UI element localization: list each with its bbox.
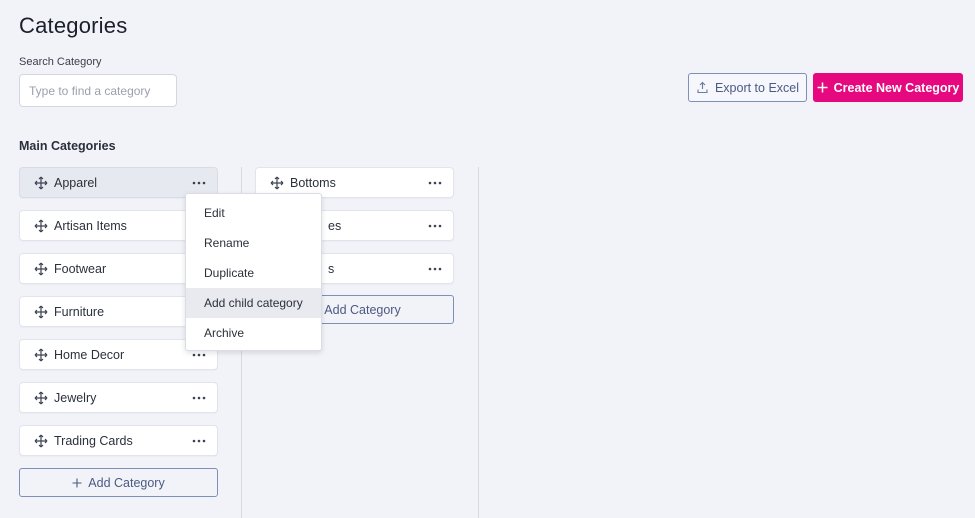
export-icon [696, 81, 709, 94]
create-new-category-button[interactable]: Create New Category [813, 73, 963, 102]
export-to-excel-button[interactable]: Export to Excel [688, 73, 807, 102]
drag-move-icon[interactable] [270, 176, 284, 190]
drag-move-icon[interactable] [34, 176, 48, 190]
plus-icon [817, 82, 828, 93]
menu-item-duplicate[interactable]: Duplicate [186, 258, 321, 288]
create-label: Create New Category [833, 80, 960, 95]
add-category-label: Add Category [88, 475, 165, 490]
more-options-icon[interactable] [191, 434, 207, 448]
search-label: Search Category [19, 56, 102, 68]
column-divider [478, 167, 479, 518]
add-category-label: Add Category [324, 302, 401, 317]
drag-move-icon[interactable] [34, 262, 48, 276]
search-input[interactable] [19, 74, 177, 107]
menu-item-edit[interactable]: Edit [186, 198, 321, 228]
export-label: Export to Excel [714, 80, 800, 95]
context-menu: Edit Rename Duplicate Add child category… [185, 193, 322, 351]
more-options-icon[interactable] [427, 219, 443, 233]
page-title: Categories [19, 13, 128, 38]
add-category-button[interactable]: Add Category [19, 468, 218, 497]
more-options-icon[interactable] [427, 262, 443, 276]
category-label: Jewelry [54, 390, 97, 405]
category-label: Apparel [54, 175, 98, 190]
plus-icon [72, 478, 82, 488]
category-item-jewelry[interactable]: Jewelry [19, 382, 218, 413]
category-label: Trading Cards [54, 433, 133, 448]
menu-item-add-child-category[interactable]: Add child category [186, 288, 321, 318]
category-item-trading-cards[interactable]: Trading Cards [19, 425, 218, 456]
category-label: Footwear [54, 261, 107, 276]
category-label: Furniture [54, 304, 105, 319]
drag-move-icon[interactable] [34, 305, 48, 319]
drag-move-icon[interactable] [34, 434, 48, 448]
more-options-icon[interactable] [427, 176, 443, 190]
category-label: Bottoms [290, 175, 336, 190]
more-options-icon[interactable] [191, 391, 207, 405]
drag-move-icon[interactable] [34, 391, 48, 405]
category-label: Home Decor [54, 347, 125, 362]
menu-item-rename[interactable]: Rename [186, 228, 321, 258]
drag-move-icon[interactable] [34, 348, 48, 362]
menu-item-archive[interactable]: Archive [186, 318, 321, 348]
category-label: Artisan Items [54, 218, 127, 233]
drag-move-icon[interactable] [34, 219, 48, 233]
more-options-icon[interactable] [191, 176, 207, 190]
section-title: Main Categories [19, 139, 116, 153]
